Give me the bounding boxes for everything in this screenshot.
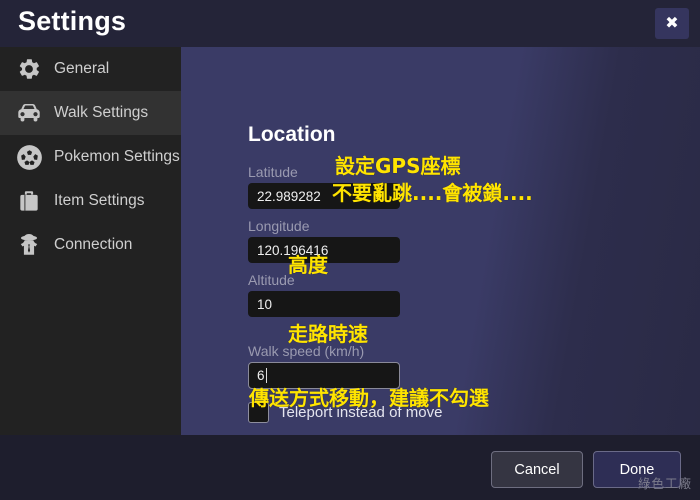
spy-icon (14, 230, 44, 260)
window-title: Settings (18, 6, 127, 36)
dialog-footer: Cancel Done (0, 435, 700, 500)
pokeball-icon (14, 142, 44, 172)
text-caret (265, 368, 267, 383)
sidebar-item-pokemon-settings[interactable]: Pokemon Settings (0, 135, 181, 179)
altitude-input[interactable]: 10 (248, 291, 400, 317)
sidebar-item-label: Pokemon Settings (54, 148, 180, 165)
annotation-no-jump: 不要亂跳....會被鎖.... (332, 181, 533, 205)
briefcase-icon (14, 186, 44, 216)
settings-content-panel: Location Latitude 22.989282 Longitude 12… (181, 47, 700, 435)
sidebar-item-label: Walk Settings (54, 104, 149, 121)
sidebar-item-walk-settings[interactable]: Walk Settings (0, 91, 181, 135)
close-icon: ✖ (665, 14, 679, 32)
sidebar-item-item-settings[interactable]: Item Settings (0, 179, 181, 223)
sidebar-item-label: Item Settings (54, 192, 145, 209)
annotation-gps: 設定GPS座標 (335, 154, 461, 178)
window-titlebar: Settings ✖ (0, 0, 700, 47)
annotation-teleport: 傳送方式移動，建議不勾選 (249, 386, 489, 410)
settings-window: Settings ✖ General Walk Settings Pokemon… (0, 0, 700, 500)
sidebar-item-connection[interactable]: Connection (0, 223, 181, 267)
sidebar: General Walk Settings Pokemon Settings I… (0, 47, 181, 500)
sidebar-item-general[interactable]: General (0, 47, 181, 91)
annotation-walk-speed: 走路時速 (288, 322, 368, 346)
annotation-altitude: 高度 (288, 253, 328, 277)
longitude-label: Longitude (248, 218, 310, 234)
sidebar-item-label: Connection (54, 236, 133, 253)
walk-speed-value: 6 (257, 368, 265, 383)
gear-icon (14, 54, 44, 84)
page-title: Location (248, 123, 336, 146)
latitude-label: Latitude (248, 164, 298, 180)
watermark: 綠色工廠 (637, 476, 692, 491)
close-button[interactable]: ✖ (655, 8, 689, 39)
cancel-button[interactable]: Cancel (491, 451, 583, 488)
sidebar-item-label: General (54, 60, 110, 77)
car-icon (14, 98, 44, 128)
